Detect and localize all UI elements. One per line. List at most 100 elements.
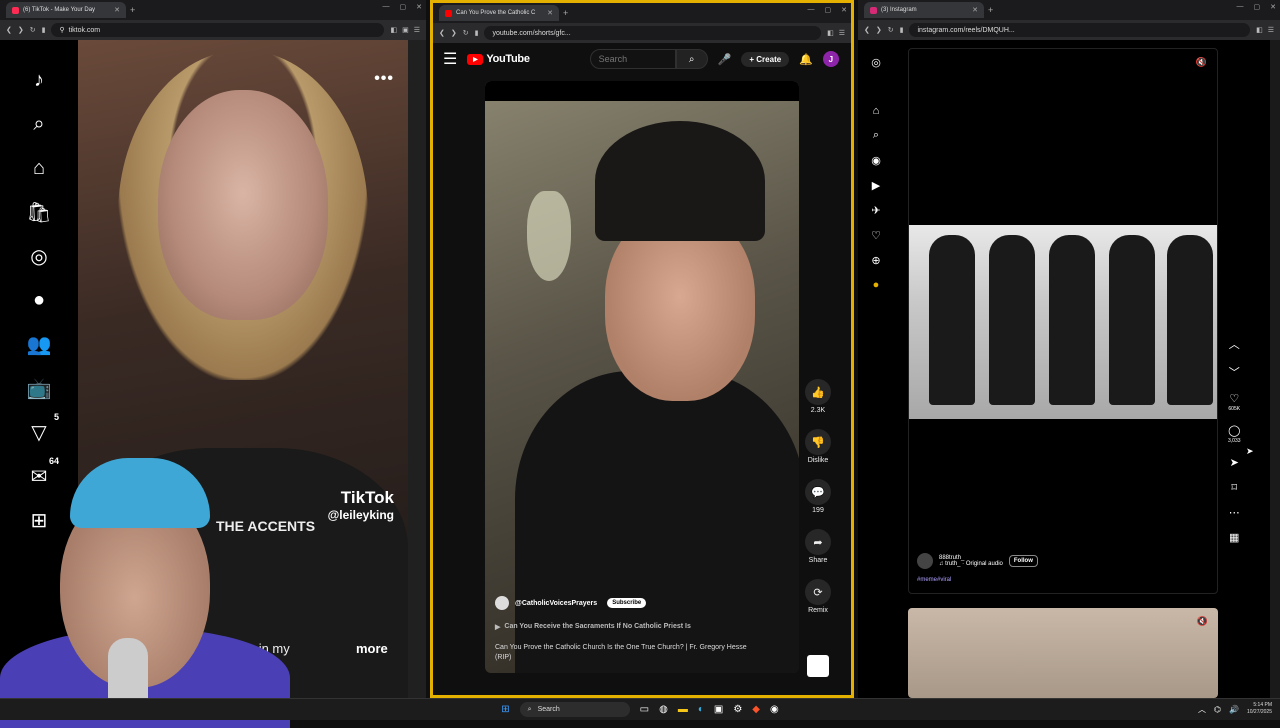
- forward-icon[interactable]: ❯: [18, 26, 24, 34]
- reels-icon[interactable]: ▶: [872, 179, 880, 192]
- inbox-icon[interactable]: ▽ 5: [25, 412, 59, 446]
- live-avatar-icon[interactable]: ●: [25, 286, 53, 314]
- subscribe-button[interactable]: Subscribe: [607, 598, 647, 608]
- share-button[interactable]: ➦ Share: [805, 529, 831, 564]
- dislike-button[interactable]: 👎 Dislike: [805, 429, 831, 464]
- menu-icon[interactable]: ☰: [414, 26, 420, 34]
- avatar[interactable]: J: [822, 51, 839, 67]
- tab-youtube[interactable]: Can You Prove the Catholic C ✕: [439, 5, 559, 21]
- minimize-icon[interactable]: —: [383, 3, 390, 11]
- mute-icon[interactable]: 🔇: [1196, 57, 1207, 68]
- author-avatar[interactable]: [917, 553, 933, 569]
- tiktok-logo-icon[interactable]: ♪: [25, 66, 53, 94]
- audio-label[interactable]: ♫ truth_ · Original audio: [939, 561, 1003, 567]
- instagram-logo-icon[interactable]: ◎: [871, 56, 881, 69]
- brave-icon[interactable]: ◆: [752, 704, 760, 715]
- caption-more-link[interactable]: more: [356, 641, 388, 656]
- shorts-video-player[interactable]: [485, 81, 799, 673]
- shop-icon[interactable]: 🛍: [25, 198, 53, 226]
- bookmark-icon[interactable]: ▮: [900, 26, 904, 34]
- more-options-icon[interactable]: •••: [374, 70, 394, 88]
- close-tab-icon[interactable]: ✕: [547, 9, 553, 17]
- search-icon[interactable]: ⌕: [873, 129, 879, 142]
- explore-icon[interactable]: ◎: [25, 242, 53, 270]
- back-icon[interactable]: ❮: [864, 26, 870, 34]
- network-icon[interactable]: ⌬: [1214, 705, 1221, 714]
- explore-icon[interactable]: ◉: [871, 154, 881, 167]
- forward-icon[interactable]: ❯: [451, 29, 457, 37]
- tab-instagram[interactable]: (3) Instagram ✕: [864, 2, 984, 18]
- scrollbar[interactable]: [408, 40, 426, 698]
- close-tab-icon[interactable]: ✕: [972, 6, 978, 14]
- search-icon[interactable]: ⌕: [25, 110, 53, 138]
- home-icon[interactable]: ⌂: [25, 154, 53, 182]
- settings-icon[interactable]: ⚙: [733, 704, 742, 715]
- previous-reel-icon[interactable]: ︿: [1229, 336, 1240, 352]
- back-icon[interactable]: ❮: [439, 29, 445, 37]
- maximize-icon[interactable]: ▢: [400, 3, 407, 11]
- hamburger-menu-icon[interactable]: ☰: [443, 49, 457, 69]
- live-icon[interactable]: 📺: [25, 374, 53, 402]
- new-tab-icon[interactable]: +: [988, 5, 993, 15]
- maximize-icon[interactable]: ▢: [1254, 3, 1261, 11]
- audio-thumbnail[interactable]: ▦: [1229, 531, 1239, 544]
- forward-icon[interactable]: ❯: [876, 26, 882, 34]
- extension-icon[interactable]: ◧: [827, 29, 834, 37]
- next-reel-icon[interactable]: ﹀: [1229, 364, 1240, 380]
- mute-icon[interactable]: 🔇: [1197, 616, 1208, 627]
- bookmark-icon[interactable]: ▮: [42, 26, 46, 34]
- close-tab-icon[interactable]: ✕: [114, 6, 120, 14]
- new-tab-icon[interactable]: +: [130, 5, 135, 15]
- site-info-icon[interactable]: ⚲: [59, 26, 64, 34]
- tab-tiktok[interactable]: (6) TikTok - Make Your Day ✕: [6, 2, 126, 18]
- scrollbar[interactable]: [1270, 40, 1280, 698]
- remix-button[interactable]: ⟳ Remix: [805, 579, 831, 614]
- comments-button[interactable]: 💬 199: [805, 479, 831, 514]
- url-field[interactable]: youtube.com/shorts/gfc...: [484, 26, 822, 40]
- messages-icon[interactable]: ✈: [871, 204, 880, 217]
- volume-icon[interactable]: 🔊: [1229, 705, 1239, 714]
- reload-icon[interactable]: ↻: [463, 29, 469, 37]
- new-tab-icon[interactable]: +: [563, 8, 568, 18]
- youtube-logo[interactable]: ▶ YouTube: [467, 53, 530, 65]
- comment-button[interactable]: ◯ 3,033: [1228, 424, 1241, 444]
- like-button[interactable]: 👍 2.3K: [805, 379, 831, 414]
- close-window-icon[interactable]: ✕: [1270, 3, 1276, 11]
- edge-icon[interactable]: ◐: [698, 704, 704, 715]
- task-view-icon[interactable]: ▭: [640, 704, 649, 715]
- back-icon[interactable]: ❮: [6, 26, 12, 34]
- reel-video-player[interactable]: 🔇 888truth_ ♫ truth_ · Original audio Fo…: [908, 48, 1218, 594]
- extension-icon[interactable]: ◧: [1256, 26, 1263, 34]
- sound-thumbnail[interactable]: [807, 655, 829, 677]
- search-icon[interactable]: ⌕: [675, 49, 708, 69]
- file-explorer-icon[interactable]: ▬: [678, 704, 688, 715]
- create-icon[interactable]: ⊕: [871, 254, 880, 267]
- voice-search-icon[interactable]: 🎤: [718, 53, 732, 66]
- reload-icon[interactable]: ↻: [888, 26, 894, 34]
- extension-icon[interactable]: ◧: [390, 26, 397, 34]
- url-field[interactable]: ⚲ tiktok.com: [51, 23, 385, 37]
- minimize-icon[interactable]: —: [808, 6, 815, 14]
- reel-hashtags[interactable]: #meme#viral: [917, 577, 951, 583]
- reload-icon[interactable]: ↻: [30, 26, 36, 34]
- extension-icon[interactable]: ▣: [402, 26, 409, 34]
- notifications-icon[interactable]: ♡: [871, 229, 881, 242]
- maximize-icon[interactable]: ▢: [825, 6, 832, 14]
- store-icon[interactable]: ▣: [714, 704, 723, 715]
- create-button[interactable]: + Create: [741, 51, 790, 67]
- taskbar-search[interactable]: ⌕ Search: [519, 702, 630, 717]
- tray-overflow-icon[interactable]: ︿: [1198, 704, 1206, 715]
- menu-icon[interactable]: ☰: [839, 29, 845, 37]
- profile-avatar[interactable]: ●: [873, 279, 880, 291]
- close-window-icon[interactable]: ✕: [841, 6, 847, 14]
- obs-icon[interactable]: ◉: [770, 704, 779, 715]
- related-video-link[interactable]: ▶ Can You Receive the Sacraments If No C…: [495, 623, 691, 631]
- next-reel-preview[interactable]: 🔇: [908, 608, 1218, 698]
- menu-icon[interactable]: ☰: [1268, 26, 1274, 34]
- close-window-icon[interactable]: ✕: [416, 3, 422, 11]
- clock[interactable]: 5:14 PM 10/27/2025: [1247, 702, 1272, 716]
- url-field[interactable]: instagram.com/reels/DMQUH...: [909, 23, 1251, 37]
- like-button[interactable]: ♡ 605K: [1228, 392, 1240, 412]
- minimize-icon[interactable]: —: [1237, 3, 1244, 11]
- following-icon[interactable]: 👥: [25, 330, 53, 358]
